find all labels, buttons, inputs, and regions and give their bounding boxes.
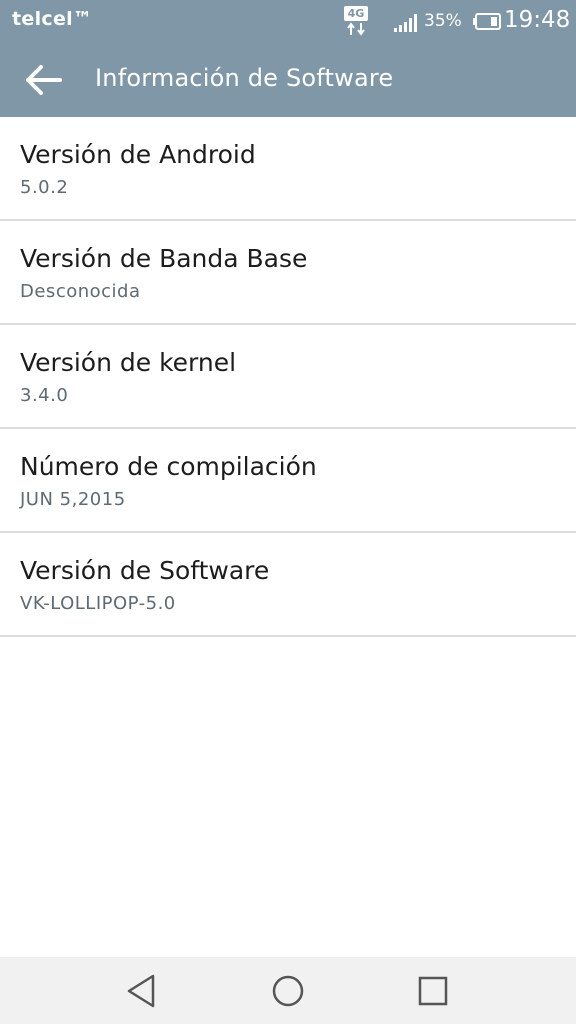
data-activity-icon [347, 22, 365, 36]
triangle-back-icon [127, 974, 155, 1008]
nav-recents-button[interactable] [408, 969, 458, 1013]
item-value: 5.0.2 [20, 177, 69, 198]
network-type-label: 4G [344, 6, 368, 21]
item-title: Versión de Android [20, 140, 256, 169]
item-value: 3.4.0 [20, 385, 69, 406]
navigation-bar [0, 957, 576, 1024]
square-recents-icon [418, 976, 448, 1006]
network-type-icon: 4G [344, 6, 368, 36]
list-item-software-version[interactable]: Versión de Software VK-LOLLIPOP-5.0 [0, 533, 576, 637]
clock: 19:48 [504, 7, 571, 33]
list-item-kernel-version[interactable]: Versión de kernel 3.4.0 [0, 325, 576, 429]
list-item-build-number[interactable]: Número de compilación JUN 5,2015 [0, 429, 576, 533]
arrow-left-icon [26, 65, 62, 95]
nav-back-button[interactable] [117, 969, 167, 1013]
item-title: Número de compilación [20, 452, 317, 481]
circle-home-icon [272, 975, 304, 1007]
status-bar: telcel™ 4G 35% 19:48 [0, 0, 576, 42]
list-item-baseband-version[interactable]: Versión de Banda Base Desconocida [0, 221, 576, 325]
item-title: Versión de Banda Base [20, 244, 308, 273]
signal-strength-icon [394, 14, 417, 32]
software-info-list: Versión de Android 5.0.2 Versión de Band… [0, 117, 576, 637]
item-value: VK-LOLLIPOP-5.0 [20, 593, 176, 614]
page-title: Información de Software [95, 64, 394, 92]
item-value: JUN 5,2015 [20, 489, 126, 510]
screen: telcel™ 4G 35% 19:48 Información de Soft… [0, 0, 576, 1024]
battery-percent: 35% [424, 11, 462, 31]
battery-icon [473, 13, 501, 30]
item-title: Versión de kernel [20, 348, 237, 377]
carrier-name: telcel™ [12, 8, 93, 30]
item-title: Versión de Software [20, 556, 270, 585]
back-button[interactable] [22, 60, 66, 100]
nav-home-button[interactable] [263, 969, 313, 1013]
item-value: Desconocida [20, 281, 141, 302]
list-item-android-version[interactable]: Versión de Android 5.0.2 [0, 117, 576, 221]
app-bar: Información de Software [0, 42, 576, 117]
